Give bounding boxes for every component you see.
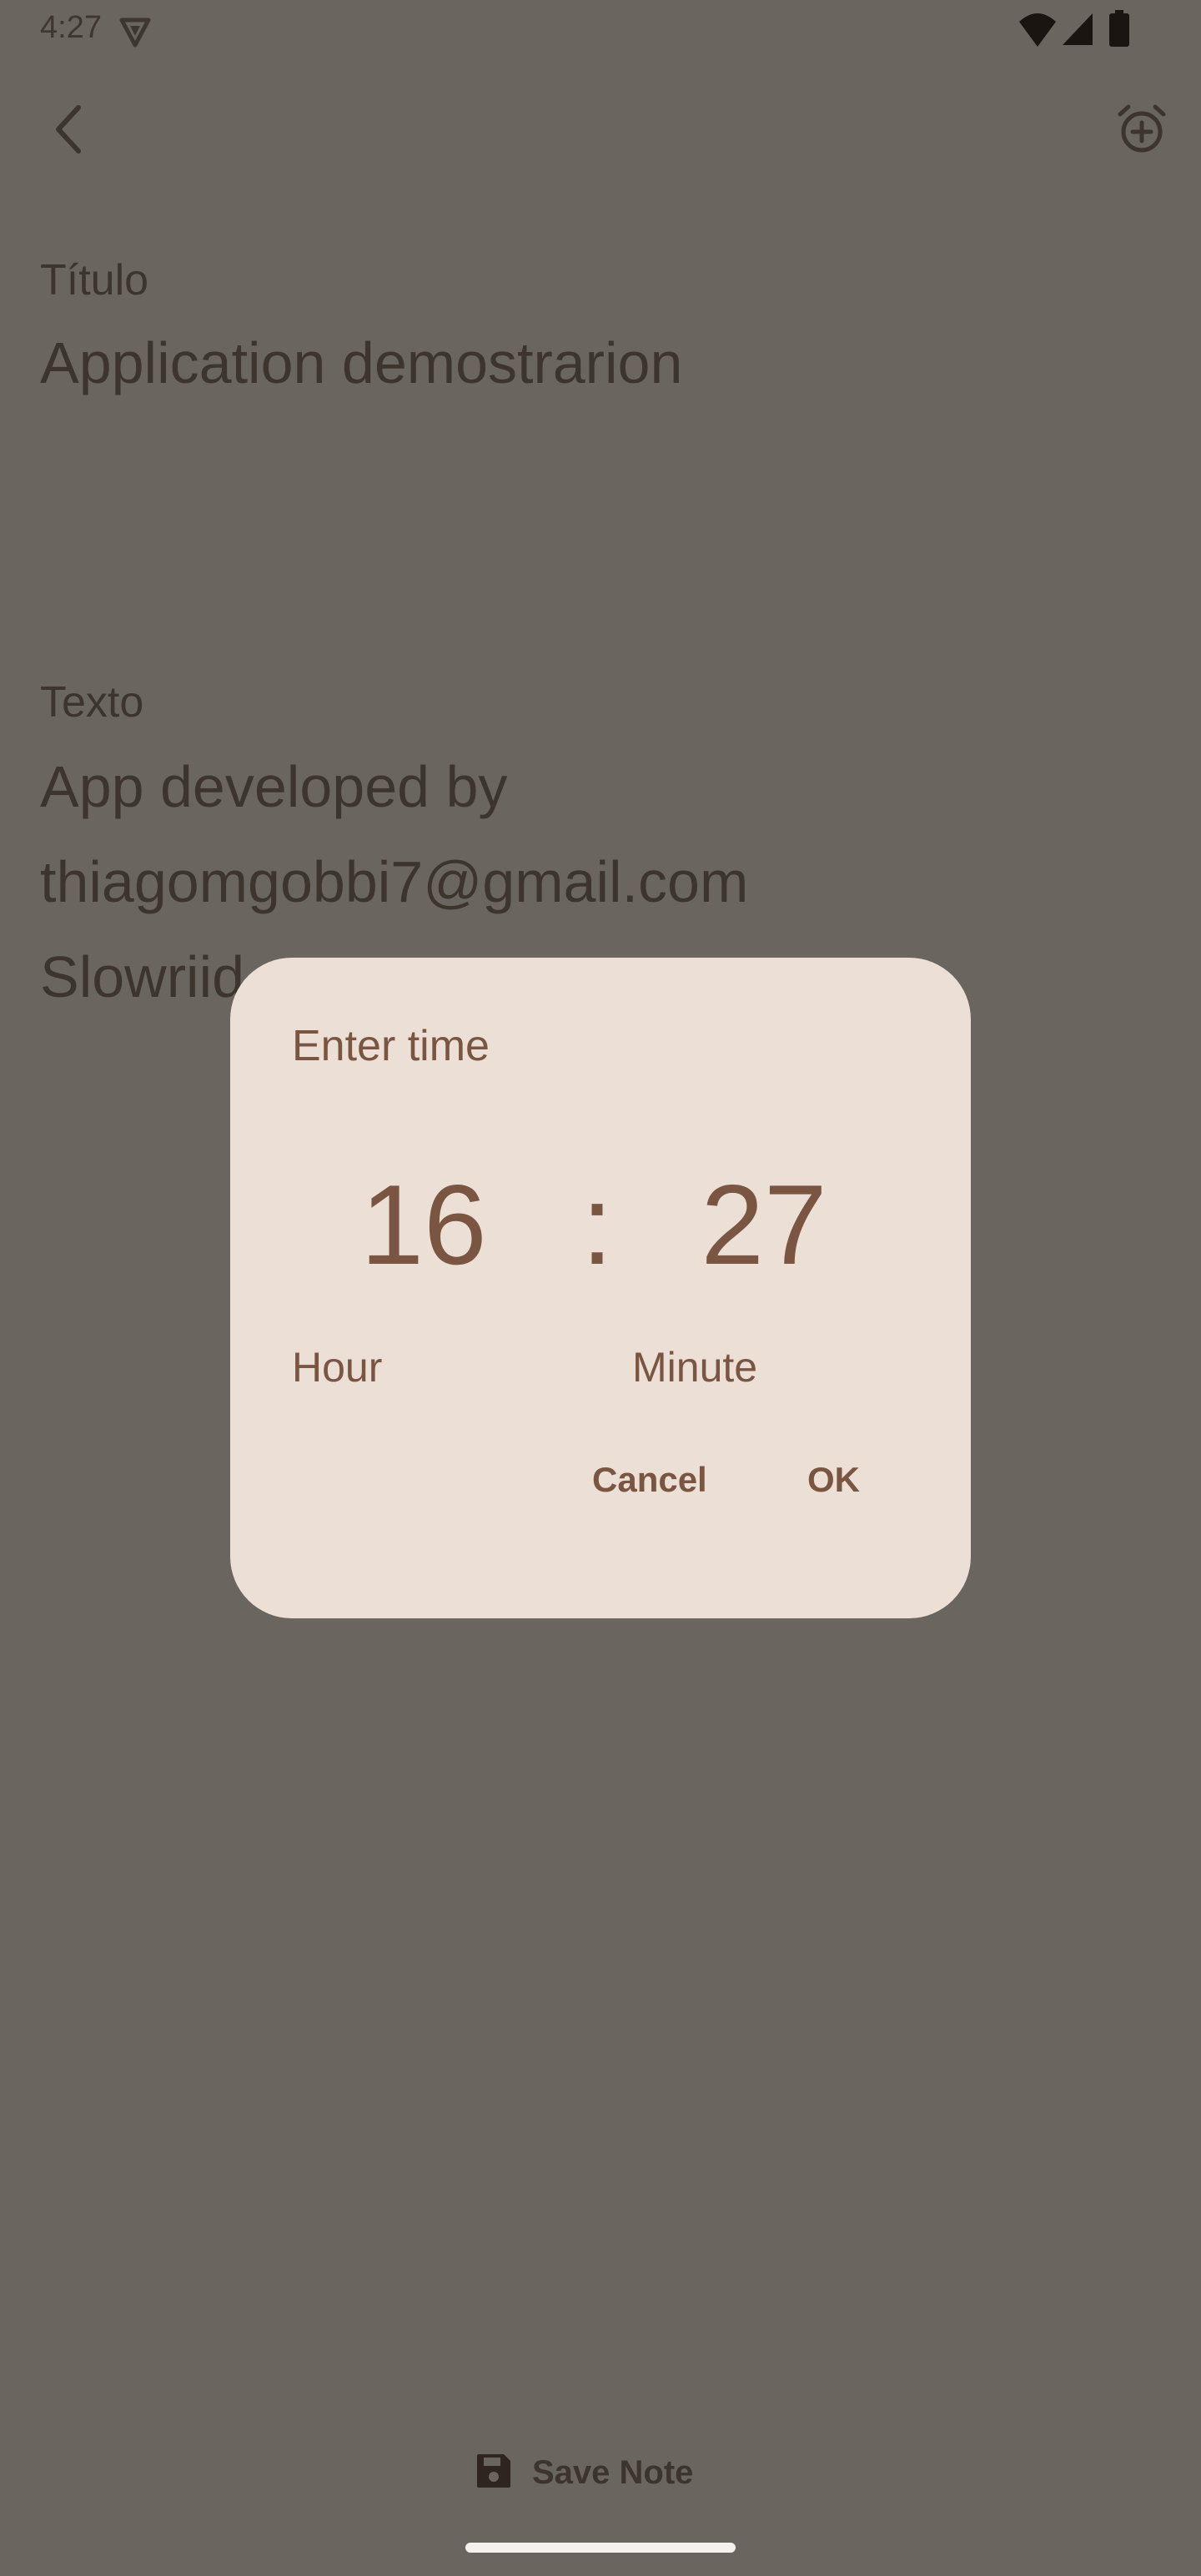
minute-input[interactable]: 27 [664, 1166, 864, 1283]
status-bar: 4:27 [0, 0, 1201, 60]
save-note-label: Save Note [532, 2453, 694, 2491]
minute-label: Minute [632, 1344, 758, 1391]
text-line: App developed by [40, 754, 508, 819]
alarm-add-icon [1115, 103, 1168, 160]
save-icon [475, 2453, 512, 2493]
cancel-button[interactable]: Cancel [592, 1453, 707, 1507]
save-note-button[interactable]: Save Note [475, 2448, 693, 2498]
add-alarm-button[interactable] [1113, 102, 1171, 160]
hour-input[interactable]: 16 [324, 1166, 524, 1283]
title-field-label: Título [40, 256, 149, 304]
back-button[interactable] [42, 102, 95, 160]
text-line: thiagomgobbi7@gmail.com [40, 849, 749, 914]
battery-icon [1109, 10, 1129, 47]
ok-button[interactable]: OK [807, 1453, 860, 1507]
text-field-label: Texto [40, 678, 144, 727]
status-time: 4:27 [40, 10, 102, 45]
time-picker-dialog: Enter time 16 : 27 Hour Minute Cancel OK [230, 958, 971, 1618]
chevron-left-icon [52, 104, 85, 158]
signal-icon [1061, 12, 1094, 47]
home-indicator[interactable] [465, 2543, 736, 2553]
dialog-title: Enter time [292, 1022, 490, 1070]
wifi-icon [1018, 12, 1058, 48]
time-separator: : [581, 1161, 613, 1288]
hour-label: Hour [292, 1344, 383, 1391]
vpn-icon [118, 15, 152, 48]
title-input[interactable]: Application demostrarion [40, 315, 682, 410]
